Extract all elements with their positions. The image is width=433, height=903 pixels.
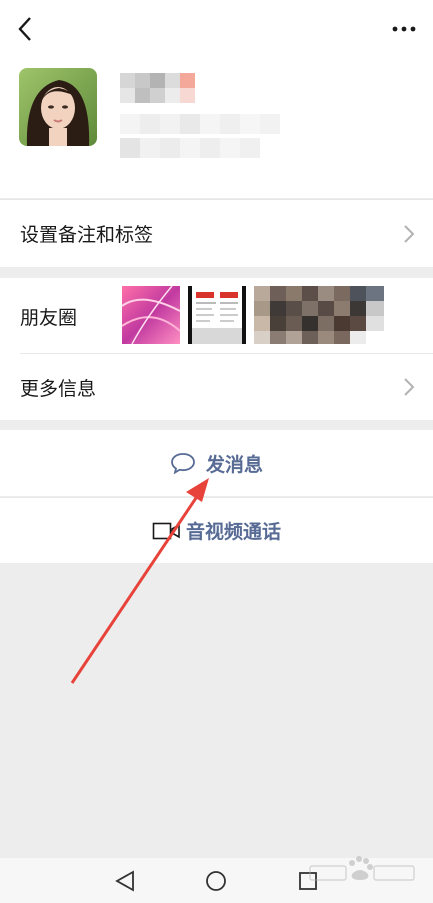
- baidu-watermark-logo: [300, 854, 420, 894]
- moments-thumbnail: [188, 286, 246, 344]
- send-message-label: 发消息: [205, 453, 263, 476]
- chat-bubble-icon: [170, 452, 196, 474]
- moments-label: 朋友圈: [20, 306, 78, 329]
- circle-home-icon: [206, 871, 226, 891]
- chevron-left-icon: [18, 17, 31, 41]
- top-bar: [0, 0, 433, 58]
- back-button[interactable]: [10, 12, 40, 46]
- chevron-right-icon: [404, 224, 415, 243]
- send-message-button[interactable]: 发消息: [0, 430, 433, 496]
- nav-home-button[interactable]: [204, 870, 228, 892]
- video-camera-icon: [152, 521, 182, 541]
- moments-thumbnail: [122, 286, 180, 344]
- more-info-row[interactable]: 更多信息: [0, 353, 433, 420]
- remark-label: 设置备注和标签: [20, 224, 154, 246]
- moments-thumbnail: [254, 286, 384, 344]
- name-mosaic: [120, 73, 210, 111]
- moments-row[interactable]: 朋友圈: [0, 278, 433, 354]
- avatar[interactable]: [19, 68, 97, 146]
- more-info-label: 更多信息: [20, 377, 97, 400]
- nav-back-button[interactable]: [113, 870, 137, 892]
- profile-card: [0, 58, 433, 198]
- triangle-back-icon: [115, 870, 134, 892]
- video-call-button[interactable]: 音视频通话: [0, 497, 433, 563]
- set-remark-row[interactable]: 设置备注和标签: [0, 199, 433, 267]
- chevron-right-icon: [404, 378, 415, 396]
- video-call-label: 音视频通话: [185, 521, 281, 543]
- more-button[interactable]: [389, 15, 419, 43]
- moments-thumbnails: [122, 286, 384, 346]
- more-dots-icon: [392, 26, 416, 32]
- wechat-id-mosaic: [120, 110, 290, 168]
